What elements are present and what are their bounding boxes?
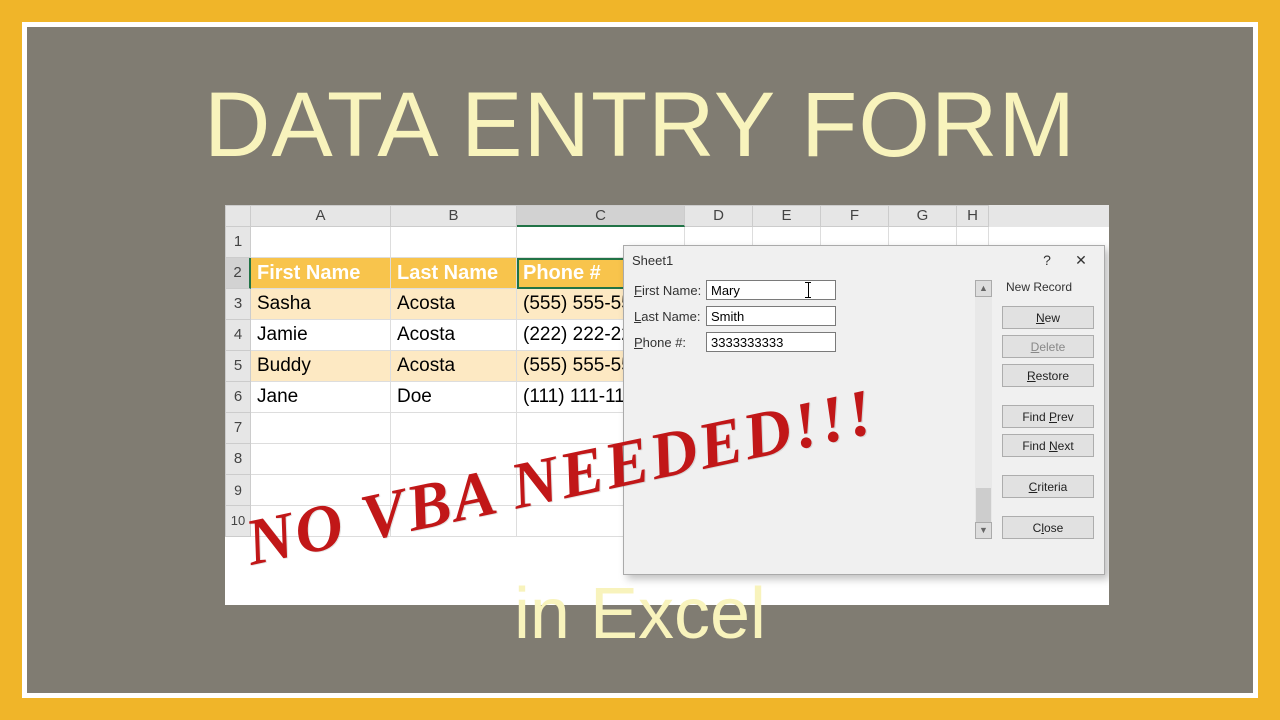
- field-row-last: Last Name:: [634, 306, 965, 326]
- cell-A4[interactable]: Jamie: [251, 320, 391, 351]
- subtitle: in Excel: [27, 573, 1253, 655]
- row-head-1[interactable]: 1: [225, 227, 251, 258]
- col-head-C[interactable]: C: [517, 205, 685, 227]
- help-icon[interactable]: ?: [1030, 252, 1064, 268]
- label-phone: Phone #:: [634, 335, 706, 350]
- column-header-row: A B C D E F G H: [225, 205, 1109, 227]
- col-head-B[interactable]: B: [391, 205, 517, 227]
- col-head-D[interactable]: D: [685, 205, 753, 227]
- field-row-phone: Phone #:: [634, 332, 965, 352]
- record-status: New Record: [1002, 280, 1094, 294]
- new-button[interactable]: New: [1002, 306, 1094, 329]
- dialog-titlebar[interactable]: Sheet1 ? ✕: [624, 246, 1104, 274]
- cell-B4[interactable]: Acosta: [391, 320, 517, 351]
- col-head-G[interactable]: G: [889, 205, 957, 227]
- find-prev-button[interactable]: Find Prev: [1002, 405, 1094, 428]
- field-row-first: First Name:: [634, 280, 965, 300]
- row-head-6[interactable]: 6: [225, 382, 251, 413]
- row-head-7[interactable]: 7: [225, 413, 251, 444]
- phone-input[interactable]: [706, 332, 836, 352]
- close-button[interactable]: Close: [1002, 516, 1094, 539]
- find-next-button[interactable]: Find Next: [1002, 434, 1094, 457]
- scroll-up-icon[interactable]: ▲: [975, 280, 992, 297]
- cell-B6[interactable]: Doe: [391, 382, 517, 413]
- scroll-track[interactable]: [975, 297, 992, 522]
- cell-A5[interactable]: Buddy: [251, 351, 391, 382]
- cell-B3[interactable]: Acosta: [391, 289, 517, 320]
- row-head-9[interactable]: 9: [225, 475, 251, 506]
- row-head-8[interactable]: 8: [225, 444, 251, 475]
- restore-button[interactable]: Restore: [1002, 364, 1094, 387]
- close-icon[interactable]: ✕: [1064, 252, 1098, 269]
- cell-B5[interactable]: Acosta: [391, 351, 517, 382]
- last-name-input[interactable]: [706, 306, 836, 326]
- cell-B1[interactable]: [391, 227, 517, 258]
- cell-B2-header-last[interactable]: Last Name: [391, 258, 517, 289]
- row-head-4[interactable]: 4: [225, 320, 251, 351]
- select-all-corner[interactable]: [225, 205, 251, 227]
- row-head-2[interactable]: 2: [225, 258, 251, 289]
- scroll-down-icon[interactable]: ▼: [975, 522, 992, 539]
- frame: DATA ENTRY FORM A B C D E F G H 1: [22, 22, 1258, 698]
- cell-A3[interactable]: Sasha: [251, 289, 391, 320]
- criteria-button[interactable]: Criteria: [1002, 475, 1094, 498]
- dialog-buttons: New Record New Delete Restore Find Prev …: [1002, 280, 1094, 539]
- delete-button[interactable]: Delete: [1002, 335, 1094, 358]
- record-scrollbar[interactable]: ▲ ▼: [975, 280, 992, 539]
- cell-A1[interactable]: [251, 227, 391, 258]
- dialog-title: Sheet1: [632, 253, 1030, 268]
- col-head-A[interactable]: A: [251, 205, 391, 227]
- row-head-3[interactable]: 3: [225, 289, 251, 320]
- text-cursor-icon: [808, 282, 809, 298]
- col-head-F[interactable]: F: [821, 205, 889, 227]
- page-title: DATA ENTRY FORM: [27, 73, 1253, 178]
- first-name-input[interactable]: [706, 280, 836, 300]
- label-last-name: Last Name:: [634, 309, 706, 324]
- label-first-name: First Name:: [634, 283, 706, 298]
- scroll-thumb[interactable]: [976, 488, 991, 522]
- cell-A2-header-first[interactable]: First Name: [251, 258, 391, 289]
- col-head-E[interactable]: E: [753, 205, 821, 227]
- row-head-5[interactable]: 5: [225, 351, 251, 382]
- cell-A6[interactable]: Jane: [251, 382, 391, 413]
- col-head-H[interactable]: H: [957, 205, 989, 227]
